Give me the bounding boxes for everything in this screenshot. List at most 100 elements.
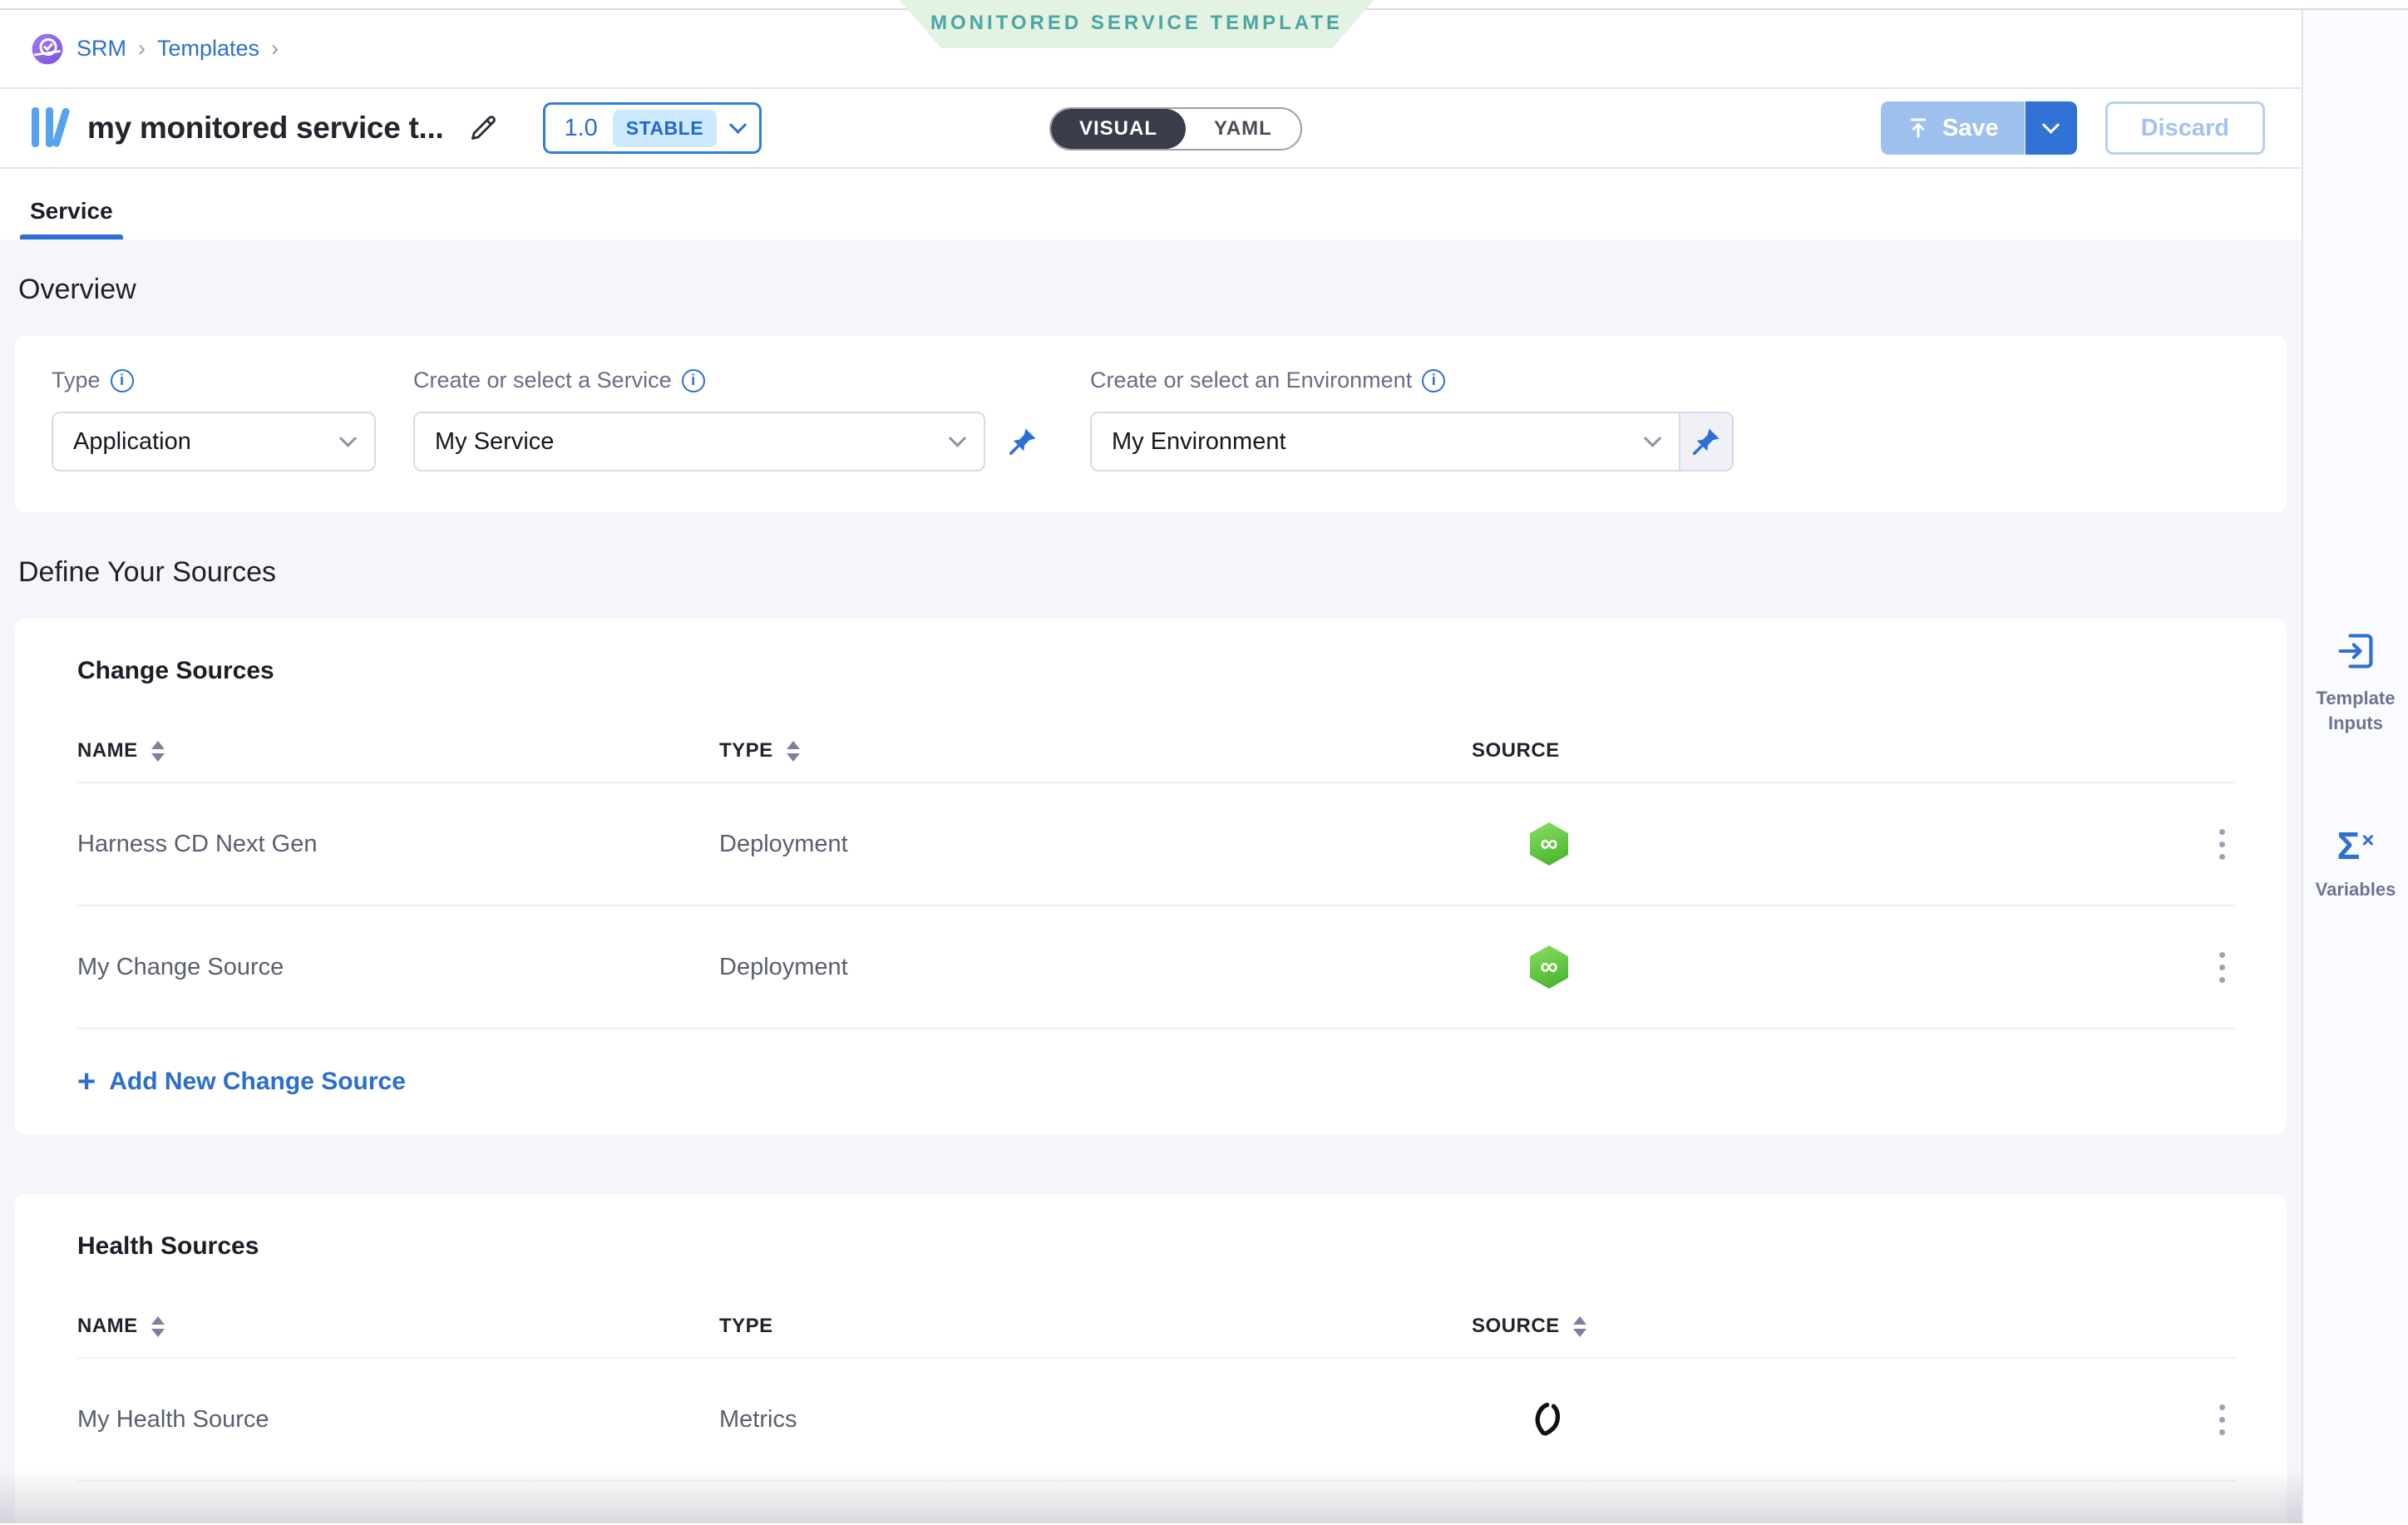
service-label: Create or select a Service i [413, 368, 1039, 393]
tab-visual[interactable]: VISUAL [1051, 109, 1186, 149]
column-header-name-label: NAME [77, 739, 138, 762]
version-number: 1.0 [564, 115, 597, 142]
chevron-down-icon [949, 429, 966, 447]
badge-label: MONITORED SERVICE TEMPLATE [930, 12, 1343, 35]
sort-icon [1573, 1316, 1586, 1337]
row-menu-button[interactable] [2208, 944, 2237, 991]
health-sources-card: Health Sources NAME TYPE SOURCE [15, 1194, 2287, 1523]
pin-icon [1007, 426, 1039, 457]
sort-icon [787, 741, 800, 762]
upload-icon [1906, 116, 1931, 141]
type-label-text: Type [52, 368, 101, 393]
environment-select-value: My Environment [1112, 428, 1286, 456]
add-new-health-source-button[interactable]: + Add New Health Source [77, 1480, 2237, 1523]
pencil-icon [466, 111, 500, 145]
main-area: SRM › Templates › my monitored service t… [0, 10, 2302, 1523]
save-button[interactable]: Save [1881, 101, 2026, 155]
column-header-type: TYPE [719, 1315, 1472, 1338]
row-name: My Change Source [77, 954, 719, 981]
pin-environment-button[interactable] [1680, 412, 1734, 471]
environment-field: Create or select an Environment i My Env… [1090, 368, 1734, 512]
plus-icon: + [77, 1069, 96, 1094]
info-icon[interactable]: i [1422, 369, 1445, 392]
column-header-name[interactable]: NAME [77, 1315, 719, 1338]
type-field: Type i Application [52, 368, 376, 512]
save-label: Save [1942, 115, 1999, 142]
title-bar: my monitored service t... 1.0 STABLE VIS… [0, 89, 2302, 169]
service-field: Create or select a Service i My Service [413, 368, 1039, 512]
environment-label: Create or select an Environment i [1090, 368, 1734, 393]
change-sources-title: Change Sources [77, 655, 2237, 687]
service-label-text: Create or select a Service [413, 368, 672, 393]
sigma-x-glyph: × [2361, 827, 2374, 853]
sigma-glyph: Σ [2337, 827, 2361, 864]
version-selector[interactable]: 1.0 STABLE [543, 102, 762, 154]
overview-card: Type i Application Create or select a Se… [15, 336, 2287, 512]
row-menu-button[interactable] [2208, 821, 2237, 868]
template-inputs-icon [2334, 629, 2377, 673]
breadcrumb-separator: › [138, 36, 146, 62]
tab-yaml[interactable]: YAML [1186, 109, 1300, 149]
change-sources-card: Change Sources NAME TYPE SOURCE [15, 619, 2287, 1134]
health-sources-title: Health Sources [77, 1231, 2237, 1262]
plus-icon: + [77, 1522, 96, 1523]
template-inputs-button[interactable]: Template Inputs [2306, 629, 2406, 736]
row-type: Deployment [719, 831, 1472, 858]
visual-yaml-toggle: VISUAL YAML [1049, 107, 1302, 151]
type-select[interactable]: Application [52, 412, 376, 471]
srm-module-icon [30, 32, 65, 67]
column-header-type-label: TYPE [719, 739, 773, 762]
change-sources-table-header: NAME TYPE SOURCE [77, 720, 2237, 782]
edit-title-button[interactable] [466, 111, 500, 145]
breadcrumb-templates-link[interactable]: Templates [157, 36, 259, 62]
chevron-down-icon [339, 429, 357, 447]
right-sidebar: Template Inputs Σ × Variables [2302, 10, 2408, 1523]
content: Overview Type i Application [0, 239, 2302, 1523]
column-header-name-label: NAME [77, 1315, 138, 1338]
template-inputs-label: Template Inputs [2306, 686, 2406, 736]
table-row[interactable]: My Health Source Metrics [77, 1357, 2237, 1480]
template-icon [32, 107, 71, 149]
breadcrumb-srm-link[interactable]: SRM [76, 36, 126, 62]
tab-service[interactable]: Service [20, 198, 123, 239]
row-name: Harness CD Next Gen [77, 831, 719, 858]
chevron-down-icon [729, 116, 747, 133]
column-header-type[interactable]: TYPE [719, 739, 1472, 762]
pin-service-button[interactable] [1007, 426, 1039, 457]
column-header-source: SOURCE [1472, 739, 2137, 762]
discard-button[interactable]: Discard [2105, 101, 2265, 155]
row-type: Metrics [719, 1406, 1472, 1434]
discard-label: Discard [2141, 115, 2229, 142]
environment-select[interactable]: My Environment [1090, 412, 1680, 471]
info-icon[interactable]: i [682, 369, 705, 392]
variables-button[interactable]: Σ × Variables [2306, 827, 2406, 902]
page: SRM › Templates › my monitored service t… [0, 8, 2408, 1523]
overview-heading: Overview [18, 273, 2287, 306]
add-health-source-label: Add New Health Source [109, 1520, 390, 1523]
health-sources-table-header: NAME TYPE SOURCE [77, 1296, 2237, 1357]
type-label: Type i [52, 368, 376, 393]
chevron-down-icon [2042, 116, 2060, 133]
save-options-button[interactable] [2026, 101, 2077, 155]
column-header-type-label: TYPE [719, 1315, 773, 1338]
add-new-change-source-button[interactable]: + Add New Change Source [77, 1028, 2237, 1134]
harness-cd-icon: ∞ [1530, 822, 1568, 866]
column-header-source[interactable]: SOURCE [1472, 1315, 2137, 1338]
appdynamics-icon [1527, 1399, 1568, 1440]
header-actions: Save Discard [1881, 101, 2265, 155]
add-change-source-label: Add New Change Source [109, 1068, 406, 1096]
service-select[interactable]: My Service [413, 412, 985, 471]
define-sources-heading: Define Your Sources [18, 555, 2287, 589]
pin-icon [1690, 426, 1722, 457]
row-name: My Health Source [77, 1406, 719, 1434]
column-header-source-label: SOURCE [1472, 1315, 1560, 1338]
chevron-down-icon [1644, 429, 1661, 447]
type-select-value: Application [73, 428, 191, 456]
version-status-badge: STABLE [613, 110, 717, 147]
table-row[interactable]: Harness CD Next Gen Deployment ∞ [77, 782, 2237, 905]
column-header-name[interactable]: NAME [77, 739, 719, 762]
table-row[interactable]: My Change Source Deployment ∞ [77, 905, 2237, 1028]
row-menu-button[interactable] [2208, 1396, 2237, 1444]
save-split-button: Save [1881, 101, 2077, 155]
info-icon[interactable]: i [111, 369, 134, 392]
